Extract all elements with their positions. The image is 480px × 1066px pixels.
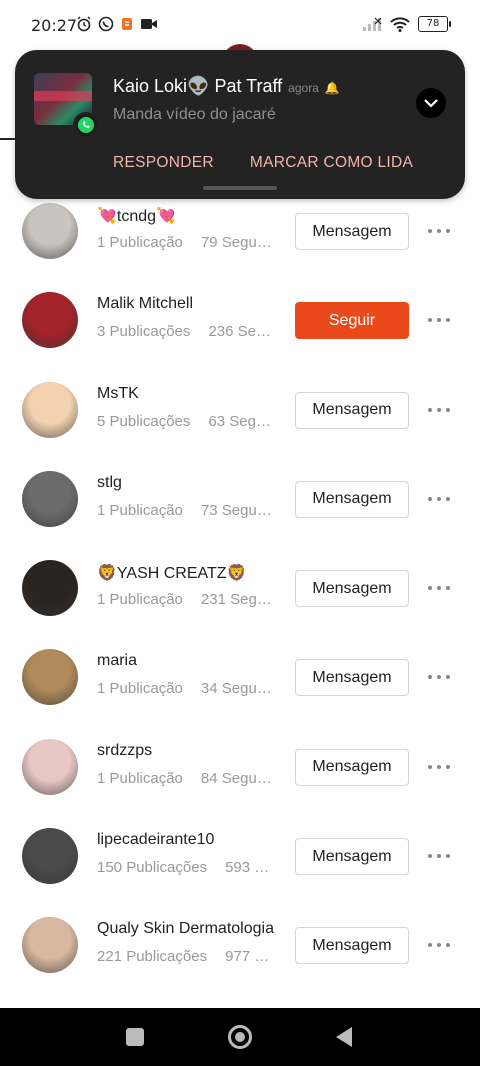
username[interactable]: maria: [97, 652, 137, 670]
followers-count: 84 Seguidores: [200, 769, 275, 787]
user-stats: 1 Publicação 231 Seguidores: [97, 591, 275, 608]
user-avatar[interactable]: [22, 649, 78, 706]
message-button[interactable]: Mensagem: [295, 659, 409, 697]
user-stats: 1 Publicação 79 Seguidores: [97, 234, 275, 251]
user-stats: 221 Publicações 977 Seguidores: [97, 948, 275, 965]
user-avatar[interactable]: [22, 560, 78, 617]
status-left-icons: [76, 16, 158, 32]
alarm-icon: [77, 16, 91, 32]
notification-message: Manda vídeo do jacaré: [113, 106, 276, 123]
more-options-icon[interactable]: [428, 492, 450, 506]
app-notification-icon: [122, 18, 132, 30]
followers-count: 73 Seguidores: [200, 501, 275, 519]
user-avatar[interactable]: [22, 828, 78, 885]
user-avatar[interactable]: [22, 917, 78, 974]
followers-count: 79 Seguidores: [200, 234, 275, 251]
user-row[interactable]: stlg 1 Publicação 73 Seguidores Mensagem: [0, 454, 480, 543]
more-options-icon[interactable]: [428, 224, 450, 238]
back-button[interactable]: [336, 1027, 352, 1047]
whatsapp-badge-icon: [73, 112, 99, 138]
expand-chevron-icon[interactable]: [416, 88, 446, 118]
signal-icon: [363, 17, 382, 31]
username[interactable]: 🦁YASH CREATZ🦁: [97, 563, 246, 583]
message-button[interactable]: Mensagem: [295, 748, 409, 786]
user-stats: 1 Publicação 73 Seguidores: [97, 502, 275, 519]
notification-sender: Kaio Loki👽 Pat Traff: [113, 76, 283, 96]
follow-button[interactable]: Seguir: [295, 302, 409, 340]
user-row[interactable]: 🦁YASH CREATZ🦁 1 Publicação 231 Seguidores M…: [0, 543, 480, 632]
user-stats: 150 Publicações 593 Seguidores: [97, 859, 275, 876]
notification-drag-handle[interactable]: [203, 186, 277, 190]
more-options-icon[interactable]: [428, 313, 450, 327]
user-list: 💘tcndg💘 1 Publicação 79 Seguidores Mensagem…: [0, 186, 480, 990]
user-stats: 1 Publicação 34 Seguidores: [97, 680, 275, 697]
heads-up-notification[interactable]: Kaio Loki👽 Pat Traff agora 🔔 Manda vídeo…: [15, 50, 465, 199]
user-avatar[interactable]: [22, 292, 78, 349]
posts-count: 1 Publicação: [97, 591, 183, 609]
posts-count: 5 Publicações: [97, 412, 191, 430]
notification-time: agora: [288, 81, 319, 95]
bell-icon: 🔔: [324, 81, 340, 95]
posts-count: 150 Publicações: [97, 859, 208, 877]
more-options-icon[interactable]: [428, 849, 450, 863]
username[interactable]: srdzzps: [97, 742, 152, 760]
posts-count: 1 Publicação: [97, 234, 183, 251]
username[interactable]: stlg: [97, 474, 122, 492]
message-button[interactable]: Mensagem: [295, 927, 409, 965]
followers-count: 977 Seguidores: [225, 948, 275, 966]
whatsapp-icon: [98, 16, 114, 32]
more-options-icon[interactable]: [428, 670, 450, 684]
reply-button[interactable]: RESPONDER: [113, 154, 214, 172]
user-row[interactable]: lipecadeirante10 150 Publicações 593 Segui…: [0, 811, 480, 900]
notification-header: Kaio Loki👽 Pat Traff agora 🔔: [113, 76, 340, 97]
user-row[interactable]: MsTK 5 Publicações 63 Seguidores Mensagem: [0, 365, 480, 454]
message-button[interactable]: Mensagem: [295, 838, 409, 876]
user-avatar[interactable]: [22, 470, 78, 527]
followers-count: 236 Seguidores: [208, 323, 275, 341]
video-camera-icon: [141, 19, 157, 29]
mark-as-read-button[interactable]: MARCAR COMO LIDA: [250, 154, 413, 172]
user-row[interactable]: 💘tcndg💘 1 Publicação 79 Seguidores Mensagem: [0, 186, 480, 275]
user-avatar[interactable]: [22, 203, 78, 259]
posts-count: 3 Publicações: [97, 323, 191, 341]
posts-count: 1 Publicação: [97, 680, 183, 698]
followers-count: 63 Seguidores: [208, 412, 275, 430]
status-right-icons: 78: [362, 16, 451, 32]
home-button[interactable]: [228, 1025, 252, 1049]
user-avatar[interactable]: [22, 738, 78, 795]
more-options-icon[interactable]: [428, 760, 450, 774]
username[interactable]: MsTK: [97, 385, 139, 403]
message-button[interactable]: Mensagem: [295, 570, 409, 608]
followers-count: 231 Seguidores: [200, 591, 275, 609]
posts-count: 221 Publicações: [97, 948, 208, 966]
user-stats: 1 Publicação 84 Seguidores: [97, 770, 275, 787]
followers-count: 34 Seguidores: [200, 680, 275, 698]
user-row[interactable]: Malik Mitchell 3 Publicações 236 Seguidore…: [0, 275, 480, 364]
battery-icon: 78: [418, 16, 451, 32]
user-avatar[interactable]: [22, 381, 78, 438]
username[interactable]: 💘tcndg💘: [97, 206, 176, 226]
more-options-icon[interactable]: [428, 581, 450, 595]
message-button[interactable]: Mensagem: [295, 391, 409, 429]
user-row[interactable]: srdzzps 1 Publicação 84 Seguidores Mensagem: [0, 722, 480, 811]
more-options-icon[interactable]: [428, 938, 450, 952]
posts-count: 1 Publicação: [97, 769, 183, 787]
wifi-icon: [390, 17, 410, 32]
message-button[interactable]: Mensagem: [295, 480, 409, 518]
recent-apps-button[interactable]: [126, 1028, 144, 1046]
username[interactable]: lipecadeirante10: [97, 831, 214, 849]
more-options-icon[interactable]: [428, 403, 450, 417]
user-row[interactable]: maria 1 Publicação 34 Seguidores Mensagem: [0, 632, 480, 721]
posts-count: 1 Publicação: [97, 501, 183, 519]
status-time: 20:27: [31, 16, 78, 35]
user-row[interactable]: Qualy Skin Dermatologia 221 Publicações 97…: [0, 900, 480, 989]
followers-count: 593 Seguidores: [225, 859, 275, 877]
message-button[interactable]: Mensagem: [295, 213, 409, 250]
user-stats: 3 Publicações 236 Seguidores: [97, 323, 275, 340]
username[interactable]: Qualy Skin Dermatologia: [97, 920, 274, 938]
notification-actions: RESPONDER MARCAR COMO LIDA: [113, 154, 413, 172]
system-navigation-bar: [0, 1008, 480, 1066]
user-stats: 5 Publicações 63 Seguidores: [97, 413, 275, 430]
username[interactable]: Malik Mitchell: [97, 295, 193, 313]
